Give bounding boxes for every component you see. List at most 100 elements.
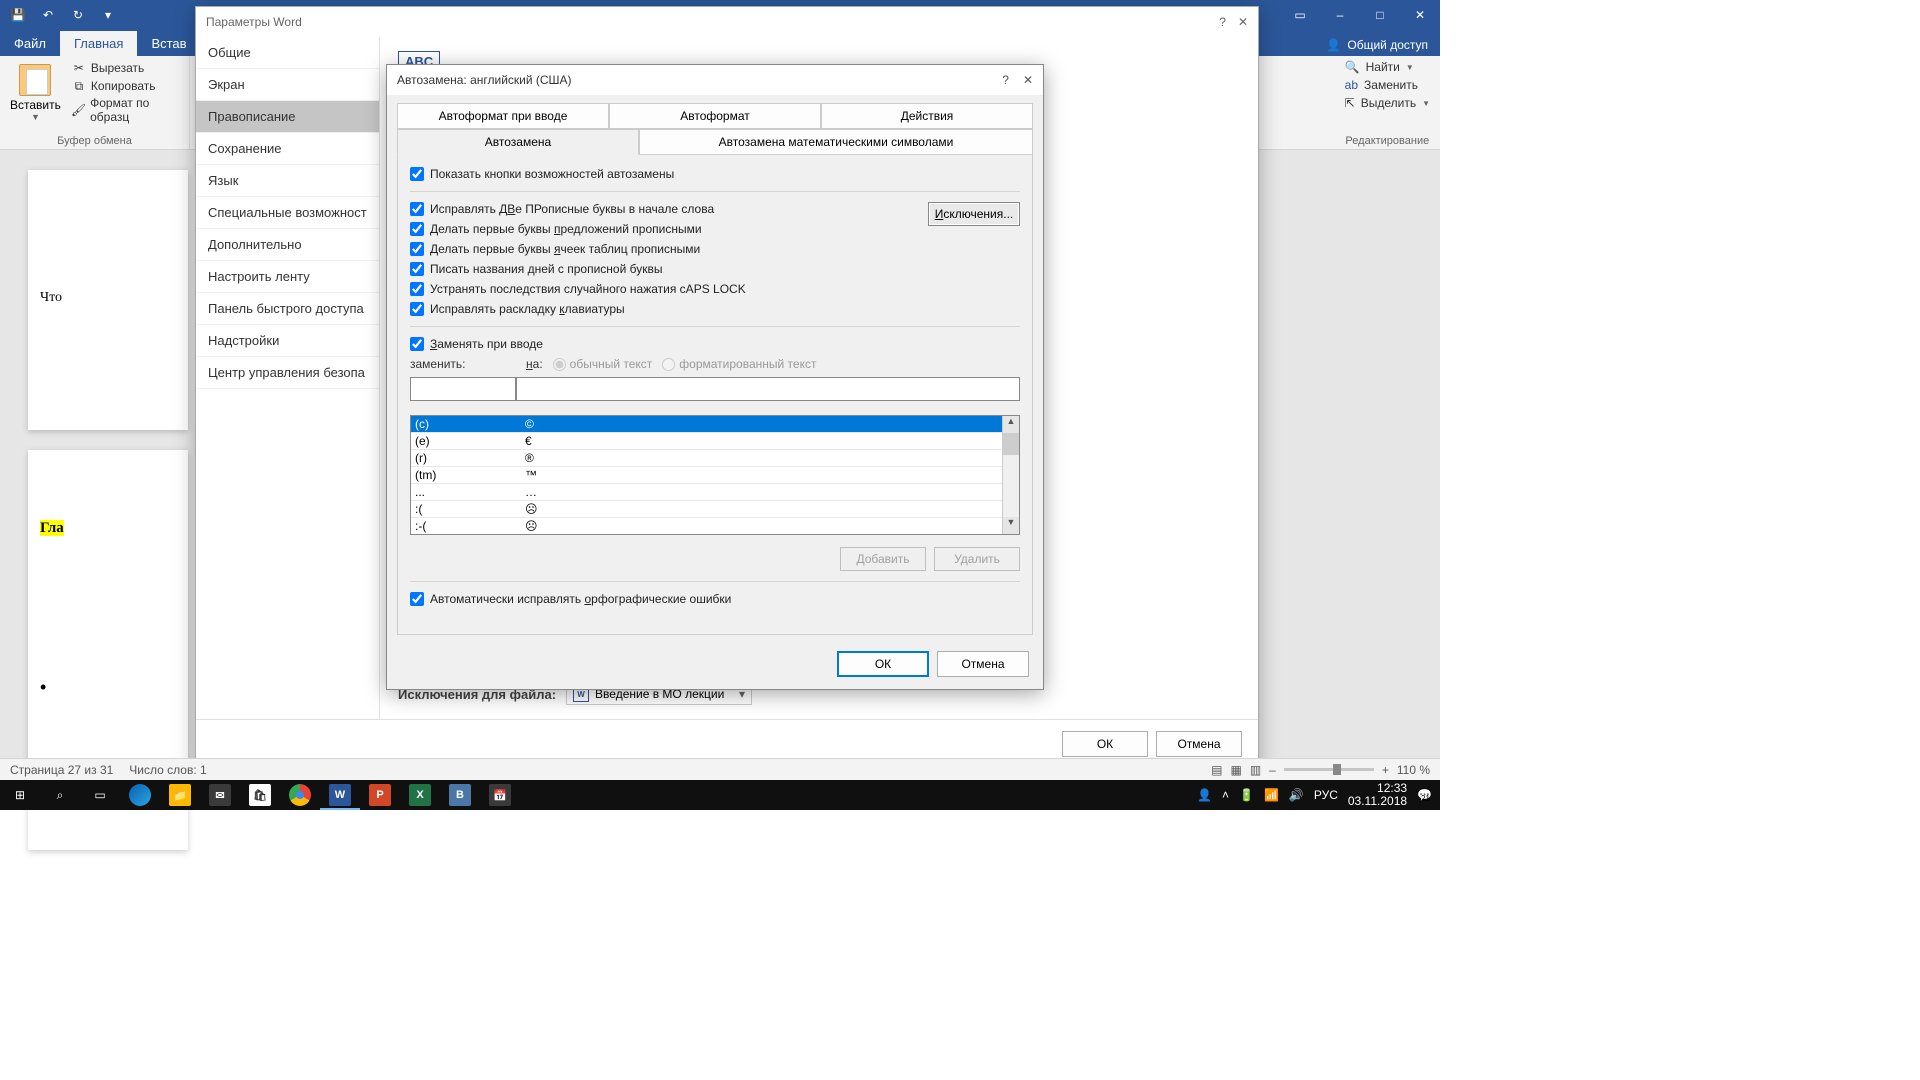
- options-cat-advanced[interactable]: Дополнительно: [196, 229, 379, 261]
- save-icon[interactable]: 💾: [4, 2, 32, 28]
- options-cancel-button[interactable]: Отмена: [1156, 731, 1242, 757]
- notifications-icon[interactable]: 💬21: [1417, 788, 1432, 802]
- zoom-slider[interactable]: [1284, 768, 1374, 771]
- replace-button[interactable]: abЗаменить: [1345, 78, 1430, 92]
- options-cat-display[interactable]: Экран: [196, 69, 379, 101]
- replace-to-input[interactable]: [516, 377, 1020, 401]
- undo-icon[interactable]: ↶: [34, 2, 62, 28]
- taskbar-vk[interactable]: B: [440, 780, 480, 810]
- share-button[interactable]: 👤 Общий доступ: [1314, 34, 1440, 56]
- options-ok-button[interactable]: ОК: [1062, 731, 1148, 757]
- format-painter-button[interactable]: 🖌Формат по образц: [71, 96, 183, 124]
- help-icon[interactable]: ?: [1219, 15, 1226, 29]
- radio-formatted-text[interactable]: форматированный текст: [662, 357, 816, 371]
- list-scrollbar[interactable]: ▲ ▼: [1002, 416, 1019, 534]
- ac-titlebar[interactable]: Автозамена: английский (США) ? ✕: [387, 65, 1043, 95]
- tab-file[interactable]: Файл: [0, 31, 60, 56]
- chk-cell-caps[interactable]: Делать первые буквы ячеек таблиц прописн…: [410, 242, 746, 256]
- help-icon[interactable]: ?: [1002, 73, 1009, 87]
- chk-auto-spell[interactable]: Автоматически исправлять орфографические…: [410, 592, 1020, 606]
- qat-customize-icon[interactable]: ▾: [94, 2, 122, 28]
- list-item[interactable]: :-(☹: [411, 518, 1002, 534]
- list-item[interactable]: ...…: [411, 484, 1002, 501]
- taskbar-calendar[interactable]: 📅: [480, 780, 520, 810]
- taskbar-excel[interactable]: X: [400, 780, 440, 810]
- tab-home[interactable]: Главная: [60, 31, 137, 56]
- add-button[interactable]: Добавить: [840, 547, 926, 571]
- ribbon-options-icon[interactable]: ▭: [1280, 0, 1320, 30]
- scroll-thumb[interactable]: [1003, 433, 1019, 455]
- input-language[interactable]: РУС: [1314, 788, 1338, 802]
- tab-insert[interactable]: Встав: [137, 31, 200, 56]
- taskbar-mail[interactable]: ✉: [200, 780, 240, 810]
- scroll-up-icon[interactable]: ▲: [1003, 416, 1019, 433]
- ac-tab-math-autocorrect[interactable]: Автозамена математическими символами: [639, 129, 1033, 155]
- page-indicator[interactable]: Страница 27 из 31: [10, 763, 113, 777]
- chk-sentence-caps[interactable]: Делать первые буквы предложений прописны…: [410, 222, 746, 236]
- zoom-handle[interactable]: [1333, 764, 1341, 775]
- options-cat-trust[interactable]: Центр управления безопа: [196, 357, 379, 389]
- view-read-icon[interactable]: ▤: [1211, 763, 1222, 777]
- tray-chevron-icon[interactable]: ˄: [1222, 788, 1229, 802]
- list-item[interactable]: :(☹: [411, 501, 1002, 518]
- people-icon[interactable]: 👤: [1197, 788, 1212, 802]
- list-item[interactable]: (c)©: [411, 416, 1002, 433]
- chk-show-buttons[interactable]: Показать кнопки возможностей автозамены: [410, 167, 1020, 181]
- replace-from-input[interactable]: [410, 377, 516, 401]
- maximize-icon[interactable]: □: [1360, 0, 1400, 30]
- select-button[interactable]: ⇱Выделить▼: [1345, 96, 1430, 110]
- close-icon[interactable]: ✕: [1023, 73, 1033, 87]
- close-icon[interactable]: ✕: [1238, 15, 1248, 29]
- ac-tab-autocorrect[interactable]: Автозамена: [397, 129, 639, 155]
- zoom-out-icon[interactable]: –: [1269, 763, 1276, 777]
- chk-two-caps[interactable]: Исправлять ДВе ПРописные буквы в начале …: [410, 202, 746, 216]
- clock[interactable]: 12:33 03.11.2018: [1348, 782, 1407, 808]
- delete-button[interactable]: Удалить: [934, 547, 1020, 571]
- list-item[interactable]: (r)®: [411, 450, 1002, 467]
- list-item[interactable]: (e)€: [411, 433, 1002, 450]
- battery-icon[interactable]: 🔋: [1239, 788, 1254, 802]
- ac-tab-autoformat-type[interactable]: Автоформат при вводе: [397, 103, 609, 129]
- taskbar-powerpoint[interactable]: P: [360, 780, 400, 810]
- search-icon[interactable]: ⌕: [40, 780, 80, 810]
- ac-tab-actions[interactable]: Действия: [821, 103, 1033, 129]
- list-item[interactable]: (tm)™: [411, 467, 1002, 484]
- ac-cancel-button[interactable]: Отмена: [937, 651, 1029, 677]
- copy-button[interactable]: ⧉Копировать: [71, 78, 183, 94]
- volume-icon[interactable]: 🔊: [1289, 788, 1304, 802]
- chk-day-caps[interactable]: Писать названия дней с прописной буквы: [410, 262, 746, 276]
- redo-icon[interactable]: ↻: [64, 2, 92, 28]
- zoom-in-icon[interactable]: +: [1382, 763, 1389, 777]
- taskbar-word[interactable]: W: [320, 780, 360, 810]
- options-cat-general[interactable]: Общие: [196, 37, 379, 69]
- chk-keyboard-layout[interactable]: Исправлять раскладку клавиатуры: [410, 302, 746, 316]
- taskbar-store[interactable]: 🛍: [240, 780, 280, 810]
- wifi-icon[interactable]: 📶: [1264, 788, 1279, 802]
- view-web-icon[interactable]: ▥: [1250, 763, 1261, 777]
- options-cat-qat[interactable]: Панель быстрого доступа: [196, 293, 379, 325]
- close-icon[interactable]: ✕: [1400, 0, 1440, 30]
- options-cat-proofing[interactable]: Правописание: [196, 101, 379, 133]
- cut-button[interactable]: ✂Вырезать: [71, 60, 183, 76]
- scroll-down-icon[interactable]: ▼: [1003, 517, 1019, 534]
- start-button[interactable]: ⊞: [0, 780, 40, 810]
- word-count[interactable]: Число слов: 1: [129, 763, 206, 777]
- taskbar-chrome[interactable]: [280, 780, 320, 810]
- options-cat-advanced-access[interactable]: Специальные возможност: [196, 197, 379, 229]
- options-cat-save[interactable]: Сохранение: [196, 133, 379, 165]
- ac-tab-autoformat[interactable]: Автоформат: [609, 103, 821, 129]
- find-button[interactable]: 🔍Найти▼: [1345, 60, 1430, 74]
- view-print-icon[interactable]: ▦: [1230, 763, 1241, 777]
- options-cat-addins[interactable]: Надстройки: [196, 325, 379, 357]
- exceptions-button[interactable]: Исключения...: [928, 202, 1020, 226]
- options-titlebar[interactable]: Параметры Word ? ✕: [196, 7, 1258, 37]
- chk-caps-lock[interactable]: Устранять последствия случайного нажатия…: [410, 282, 746, 296]
- zoom-level[interactable]: 110 %: [1397, 763, 1430, 777]
- options-cat-language[interactable]: Язык: [196, 165, 379, 197]
- minimize-icon[interactable]: –: [1320, 0, 1360, 30]
- paste-button[interactable]: Вставить ▼: [6, 60, 65, 126]
- radio-plain-text[interactable]: обычный текст: [553, 357, 653, 371]
- chk-replace-on-type[interactable]: Заменять при вводе: [410, 337, 1020, 351]
- taskbar-edge[interactable]: [120, 780, 160, 810]
- taskbar-explorer[interactable]: 📁: [160, 780, 200, 810]
